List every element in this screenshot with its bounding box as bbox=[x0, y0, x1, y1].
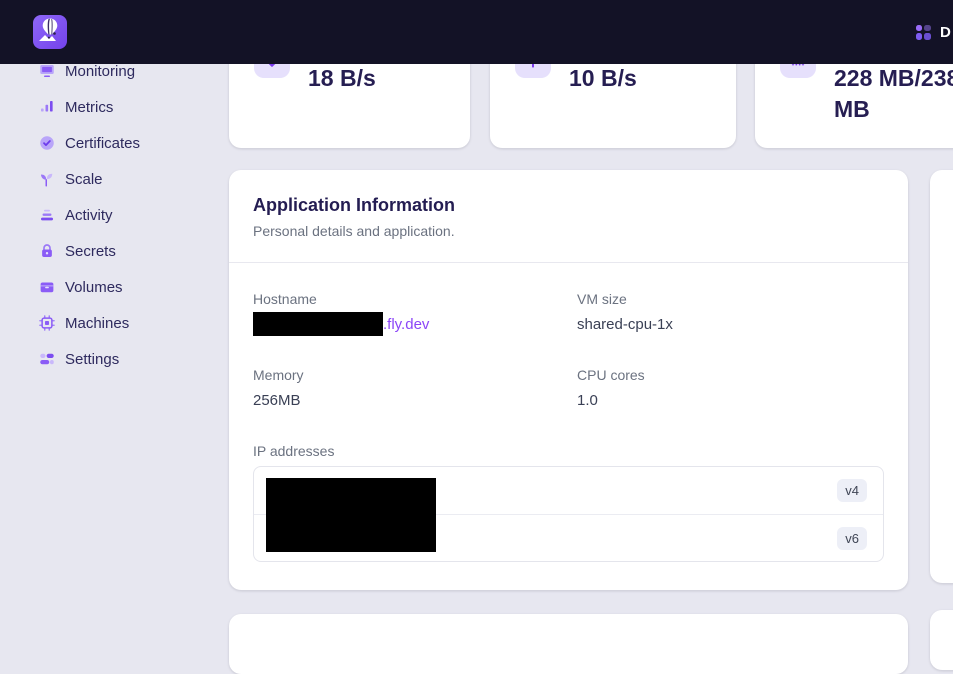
sidebar-item-scale[interactable]: Scale bbox=[0, 161, 229, 197]
ip-addresses-redaction-box bbox=[266, 478, 436, 552]
next-section-card-clipped bbox=[229, 614, 908, 674]
sidebar-item-label: Metrics bbox=[65, 99, 113, 116]
cpu-cores-label: CPU cores bbox=[577, 367, 645, 383]
stat-value: 10 B/s bbox=[569, 63, 637, 94]
stat-value: 228 MB/238 MB bbox=[834, 63, 953, 125]
ip-addresses-label: IP addresses bbox=[253, 443, 334, 459]
sidebar-item-certificates[interactable]: Certificates bbox=[0, 125, 229, 161]
sidebar-item-label: Secrets bbox=[65, 243, 116, 260]
chip-icon bbox=[38, 314, 56, 332]
right-column-next-card-clipped bbox=[930, 610, 953, 670]
sidebar-item-label: Scale bbox=[65, 171, 103, 188]
sidebar-item-label: Monitoring bbox=[65, 63, 135, 80]
hostname-value: .fly.dev bbox=[253, 312, 429, 336]
card-subtitle: Personal details and application. bbox=[253, 223, 884, 239]
sidebar-item-label: Volumes bbox=[65, 279, 123, 296]
header-right-cluster: D bbox=[916, 24, 951, 41]
sidebar-item-secrets[interactable]: Secrets bbox=[0, 233, 229, 269]
application-information-header: Application Information Personal details… bbox=[229, 170, 908, 263]
bar-chart-icon bbox=[38, 98, 56, 116]
check-badge-icon bbox=[38, 134, 56, 152]
memory-value: 256MB bbox=[253, 392, 301, 409]
drive-icon bbox=[38, 278, 56, 296]
right-column-card-clipped bbox=[930, 170, 953, 583]
ip-version-badge: v6 bbox=[837, 527, 867, 550]
sidebar-item-label: Settings bbox=[65, 351, 119, 368]
sidebar-nav: Monitoring Metrics Certificates Scale Ac… bbox=[0, 64, 229, 377]
card-title: Application Information bbox=[253, 195, 884, 216]
lock-icon bbox=[38, 242, 56, 260]
toggles-icon bbox=[38, 350, 56, 368]
hostname-redaction-box bbox=[253, 312, 383, 336]
sidebar-item-settings[interactable]: Settings bbox=[0, 341, 229, 377]
sidebar-item-activity[interactable]: Activity bbox=[0, 197, 229, 233]
fly-balloon-logo-icon bbox=[33, 15, 67, 49]
sidebar-item-label: Activity bbox=[65, 207, 113, 224]
monitor-icon bbox=[38, 62, 56, 80]
sidebar-item-machines[interactable]: Machines bbox=[0, 305, 229, 341]
top-header-bar: D bbox=[0, 0, 953, 64]
ip-version-badge: v4 bbox=[837, 479, 867, 502]
header-dashboard-label[interactable]: D bbox=[940, 24, 951, 41]
vm-size-value: shared-cpu-1x bbox=[577, 316, 673, 333]
hostname-fly-dev-link[interactable]: .fly.dev bbox=[383, 316, 429, 333]
memory-label: Memory bbox=[253, 367, 304, 383]
sidebar-item-label: Machines bbox=[65, 315, 129, 332]
sidebar-item-volumes[interactable]: Volumes bbox=[0, 269, 229, 305]
vm-size-label: VM size bbox=[577, 291, 627, 307]
application-information-card: Application Information Personal details… bbox=[229, 170, 908, 590]
stat-value: 18 B/s bbox=[308, 63, 376, 94]
grid-dots-icon[interactable] bbox=[916, 25, 931, 40]
stack-icon bbox=[38, 206, 56, 224]
sidebar-item-label: Certificates bbox=[65, 135, 140, 152]
hostname-label: Hostname bbox=[253, 291, 317, 307]
sidebar-item-metrics[interactable]: Metrics bbox=[0, 89, 229, 125]
plant-icon bbox=[38, 170, 56, 188]
fly-logo[interactable] bbox=[33, 15, 67, 49]
cpu-cores-value: 1.0 bbox=[577, 392, 598, 409]
